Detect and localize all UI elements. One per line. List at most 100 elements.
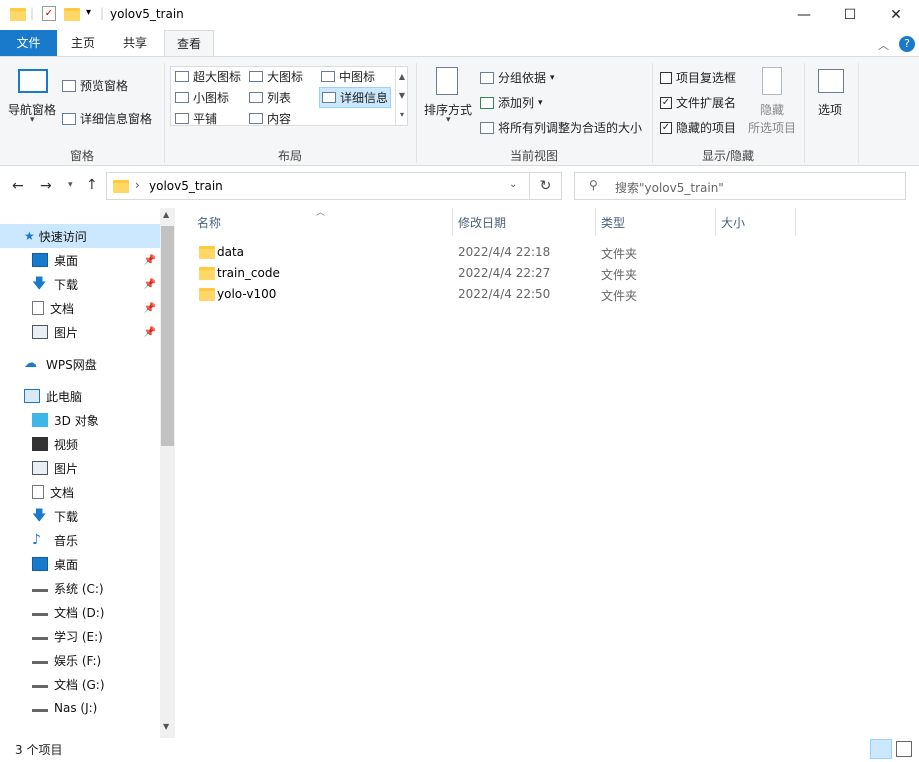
gallery-scroll[interactable]: ▲ ▼ ▾ (395, 67, 408, 125)
search-box[interactable]: ⚲ 搜索"yolov5_train" (574, 172, 906, 200)
sidebar-item-3d-objects[interactable]: 3D 对象 (0, 408, 160, 432)
tab-file[interactable]: 文件 (0, 30, 57, 56)
recent-locations-icon[interactable]: ▾ (68, 180, 73, 190)
file-row[interactable]: train_code 2022/4/4 22:27 文件夹 (190, 263, 810, 284)
layout-content[interactable]: 内容 (249, 110, 291, 127)
properties-icon[interactable]: ✓ (42, 6, 56, 21)
column-separator[interactable] (795, 208, 796, 236)
sidebar-item-downloads[interactable]: 🡇 下载 📌 (0, 272, 160, 296)
column-separator[interactable] (452, 208, 453, 236)
address-dropdown-icon[interactable]: ⌄ (509, 179, 517, 190)
tab-view[interactable]: 查看 (164, 30, 214, 57)
pin-icon[interactable]: 📌 (144, 327, 156, 338)
sidebar-item-desktop[interactable]: 桌面 📌 (0, 248, 160, 272)
address-bar[interactable]: › yolov5_train ⌄ (106, 172, 530, 200)
details-view-icon[interactable] (870, 739, 892, 759)
maximize-button[interactable]: ☐ (827, 0, 873, 30)
pin-icon[interactable]: 📌 (144, 279, 156, 290)
sidebar-item-desktop-pc[interactable]: 桌面 (0, 552, 160, 576)
new-folder-icon[interactable] (64, 8, 80, 21)
navigation-pane-icon[interactable] (18, 69, 48, 93)
sidebar-item-this-pc[interactable]: 此电脑 (0, 384, 160, 408)
layout-medium-icons[interactable]: 中图标 (321, 68, 375, 85)
column-header-date[interactable]: 修改日期 (458, 214, 506, 231)
chevron-down-icon: ▾ (550, 72, 555, 83)
minimize-button[interactable]: — (781, 0, 827, 30)
add-column-button[interactable]: 添加列 ▾ (480, 94, 543, 111)
file-row[interactable]: data 2022/4/4 22:18 文件夹 (190, 242, 810, 263)
close-button[interactable]: ✕ (873, 0, 919, 30)
hidden-items-checkbox[interactable]: ✓ (660, 121, 672, 134)
layout-list[interactable]: 列表 (249, 89, 291, 106)
tab-share[interactable]: 共享 (112, 30, 158, 56)
sidebar-item-label: WPS网盘 (46, 357, 97, 372)
hidden-items-toggle[interactable]: ✓ 隐藏的项目 (660, 119, 736, 136)
title-separator: | (100, 6, 105, 20)
sidebar-item-music[interactable]: ♪ 音乐 (0, 528, 160, 552)
pin-icon[interactable]: 📌 (144, 303, 156, 314)
column-separator[interactable] (595, 208, 596, 236)
pin-icon[interactable]: 📌 (144, 255, 156, 266)
sidebar-item-wps[interactable]: ☁ WPS网盘 (0, 352, 160, 376)
group-label-pane: 窗格 (69, 149, 94, 163)
sidebar-item-drive-e[interactable]: 学习 (E:) (0, 624, 160, 648)
column-header-name[interactable]: 名称 (197, 214, 221, 231)
layout-item-label: 小图标 (193, 91, 230, 105)
breadcrumb-chevron-icon[interactable]: › (135, 178, 140, 192)
refresh-button[interactable]: ↻ (530, 172, 562, 200)
layout-extra-large-icons[interactable]: 超大图标 (175, 68, 241, 85)
item-checkboxes-toggle[interactable]: 项目复选框 (660, 69, 736, 86)
scroll-up-icon[interactable]: ▲ (163, 210, 169, 219)
sidebar-item-videos[interactable]: 视频 (0, 432, 160, 456)
details-pane-button[interactable]: 详细信息窗格 (62, 110, 152, 127)
hide-selected-button[interactable]: 隐藏 (760, 101, 784, 118)
collapse-ribbon-icon[interactable]: ︿ (878, 37, 889, 53)
sidebar-item-drive-c[interactable]: 系统 (C:) (0, 576, 160, 600)
layout-gallery: 超大图标 大图标 中图标 小图标 列表 详细信息 平铺 内容 ▲ ▼ ▾ (170, 66, 408, 126)
sidebar-item-downloads-pc[interactable]: 🡇 下载 (0, 504, 160, 528)
group-by-button[interactable]: 分组依据 ▾ (480, 69, 555, 86)
sidebar-item-documents[interactable]: 文档 📌 (0, 296, 160, 320)
item-checkboxes-checkbox[interactable] (660, 71, 672, 84)
search-input[interactable]: 搜索"yolov5_train" (615, 179, 724, 196)
layout-small-icons[interactable]: 小图标 (175, 89, 229, 106)
column-header-type[interactable]: 类型 (601, 214, 625, 231)
file-row[interactable]: yolo-v100 2022/4/4 22:50 文件夹 (190, 284, 810, 305)
sidebar-item-label: 3D 对象 (54, 413, 99, 428)
sort-by-icon[interactable] (436, 67, 458, 95)
sidebar-scrollbar-thumb[interactable] (161, 226, 174, 446)
options-button[interactable]: 选项 (818, 101, 842, 118)
column-header-size[interactable]: 大小 (721, 214, 745, 231)
sidebar-item-quick-access[interactable]: ★ 快速访问 (0, 224, 160, 248)
sidebar-item-pictures[interactable]: 图片 📌 (0, 320, 160, 344)
help-icon[interactable]: ? (899, 36, 915, 52)
back-arrow-icon[interactable]: ← (12, 178, 24, 194)
sidebar-item-pictures-pc[interactable]: 图片 (0, 456, 160, 480)
large-icons-view-icon[interactable] (896, 741, 912, 757)
file-date: 2022/4/4 22:18 (458, 245, 551, 259)
folder-icon (199, 288, 215, 301)
layout-large-icons[interactable]: 大图标 (249, 68, 303, 85)
size-all-columns-button[interactable]: 将所有列调整为合适的大小 (480, 119, 642, 136)
scroll-down-icon[interactable]: ▼ (163, 722, 169, 731)
sidebar-item-drive-g[interactable]: 文档 (G:) (0, 672, 160, 696)
breadcrumb-current[interactable]: yolov5_train (149, 179, 223, 193)
file-extensions-checkbox[interactable]: ✓ (660, 96, 672, 109)
up-arrow-icon[interactable]: ↑ (86, 177, 98, 193)
sidebar-item-drive-d[interactable]: 文档 (D:) (0, 600, 160, 624)
sidebar-item-documents-pc[interactable]: 文档 (0, 480, 160, 504)
sidebar-item-drive-f[interactable]: 娱乐 (F:) (0, 648, 160, 672)
file-date: 2022/4/4 22:50 (458, 287, 551, 301)
layout-tiles[interactable]: 平铺 (175, 110, 217, 127)
file-extensions-toggle[interactable]: ✓ 文件扩展名 (660, 94, 736, 111)
tab-home[interactable]: 主页 (60, 30, 106, 56)
file-name: train_code (217, 266, 280, 280)
pictures-icon (32, 325, 48, 339)
column-separator[interactable] (715, 208, 716, 236)
customize-toolbar-icon[interactable]: ▾ (86, 7, 91, 18)
drive-icon (32, 656, 48, 664)
sidebar-item-drive-j[interactable]: Nas (J:) (0, 696, 160, 720)
layout-details[interactable]: 详细信息 (319, 87, 392, 108)
forward-arrow-icon[interactable]: → (40, 178, 52, 194)
preview-pane-button[interactable]: 预览窗格 (62, 77, 128, 94)
